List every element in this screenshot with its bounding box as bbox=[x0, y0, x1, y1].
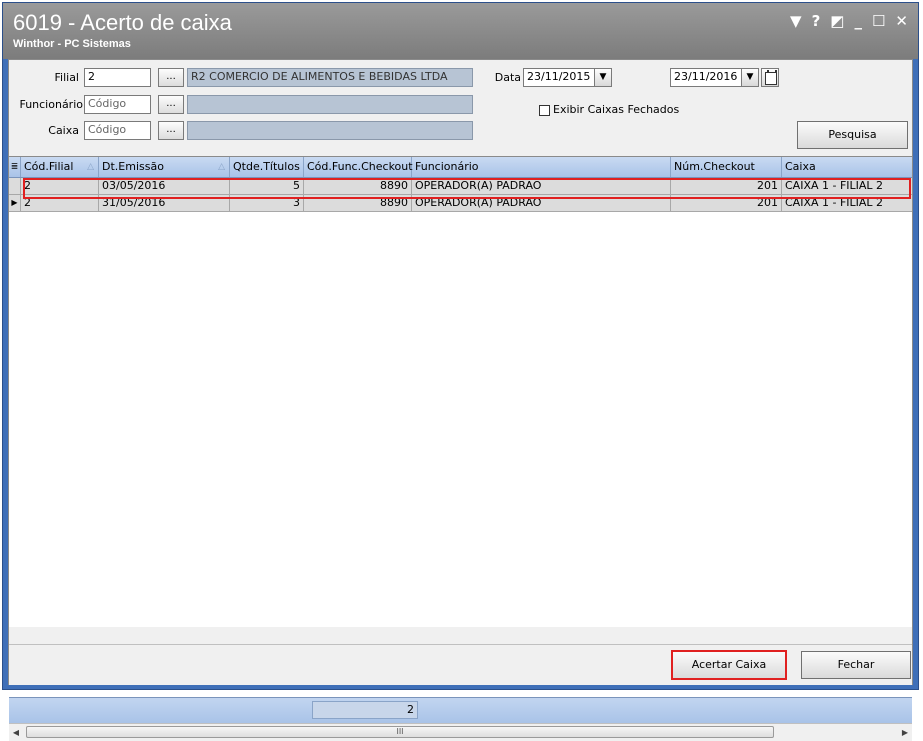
row-indicator bbox=[9, 178, 21, 194]
acertar-caixa-button[interactable]: Acertar Caixa bbox=[672, 651, 786, 679]
data-inicio-dropdown-button[interactable]: ▼ bbox=[594, 68, 612, 87]
cell-num-checkout[interactable]: 201 bbox=[671, 178, 782, 194]
horizontal-scrollbar[interactable]: ◀ III ▶ bbox=[9, 723, 912, 741]
column-funcionario[interactable]: Funcionário bbox=[412, 157, 671, 177]
column-cod-func-checkout[interactable]: Cód.Func.Checkout bbox=[304, 157, 413, 177]
data-fim-input[interactable]: 23/11/2016 bbox=[670, 68, 742, 87]
table-row[interactable]: ▶ 2 31/05/2016 3 8890 OPERADOR(A) PADRAO… bbox=[9, 195, 912, 212]
filial-input[interactable]: 2 bbox=[84, 68, 151, 87]
column-label: Cód.Filial bbox=[24, 160, 74, 173]
cell-dt-emissao[interactable]: 03/05/2016 bbox=[99, 178, 230, 194]
results-grid: ≣ Cód.Filial △ Dt.Emissão △ Qtde.Títulos C… bbox=[9, 156, 912, 741]
caixa-label: Caixa bbox=[48, 124, 79, 137]
column-cod-filial[interactable]: Cód.Filial △ bbox=[21, 157, 99, 177]
cell-cod-filial[interactable]: 2 bbox=[21, 195, 99, 211]
help-icon[interactable]: ? bbox=[812, 12, 821, 30]
sort-icon: △ bbox=[218, 162, 225, 172]
cell-qtde-titulos[interactable]: 5 bbox=[230, 178, 304, 194]
close-icon[interactable]: ✕ bbox=[895, 12, 908, 30]
funcionario-label: Funcionário bbox=[19, 98, 83, 111]
caixa-input[interactable]: Código bbox=[84, 121, 151, 140]
menu-down-icon[interactable]: ▼ bbox=[790, 12, 802, 30]
cell-cod-func-checkout[interactable]: 8890 bbox=[304, 178, 412, 194]
exibir-fechados-checkbox[interactable] bbox=[539, 105, 550, 116]
cell-funcionario[interactable]: OPERADOR(A) PADRAO bbox=[412, 178, 671, 194]
grid-header: ≣ Cód.Filial △ Dt.Emissão △ Qtde.Títulos C… bbox=[9, 157, 912, 178]
minimize-icon[interactable]: _ bbox=[854, 12, 862, 30]
client-area: Filial 2 ... R2 COMERCIO DE ALIMENTOS E … bbox=[8, 59, 913, 741]
window-controls: ▼ ? ◩ _ ☐ ✕ bbox=[790, 12, 908, 30]
column-qtde-titulos[interactable]: Qtde.Títulos bbox=[230, 157, 304, 177]
restore-layout-icon[interactable]: ◩ bbox=[830, 12, 844, 30]
scroll-right-icon[interactable]: ▶ bbox=[898, 724, 912, 741]
cell-cod-filial[interactable]: 2 bbox=[21, 178, 99, 194]
cell-caixa[interactable]: CAIXA 1 - FILIAL 2 bbox=[782, 195, 912, 211]
cell-qtde-titulos[interactable]: 3 bbox=[230, 195, 304, 211]
cell-cod-func-checkout[interactable]: 8890 bbox=[304, 195, 412, 211]
funcionario-input[interactable]: Código bbox=[84, 95, 151, 114]
funcionario-lookup-button[interactable]: ... bbox=[158, 95, 184, 114]
current-row-arrow-icon: ▶ bbox=[9, 195, 21, 211]
calendar-icon[interactable] bbox=[761, 68, 779, 87]
cell-funcionario[interactable]: OPERADOR(A) PADRAO bbox=[412, 195, 671, 211]
footer-total-qtde-titulos: 2 bbox=[312, 701, 418, 719]
data-label: Data bbox=[494, 71, 521, 84]
fechar-button[interactable]: Fechar bbox=[801, 651, 911, 679]
grid-footer: 2 bbox=[9, 697, 912, 723]
app-window: 6019 - Acerto de caixa Winthor - PC Sist… bbox=[2, 2, 919, 741]
cell-dt-emissao[interactable]: 31/05/2016 bbox=[99, 195, 230, 211]
title-bar[interactable]: 6019 - Acerto de caixa Winthor - PC Sist… bbox=[3, 3, 918, 59]
filial-label: Filial bbox=[54, 71, 80, 84]
caixa-name-field bbox=[187, 121, 473, 140]
column-caixa[interactable]: Caixa bbox=[782, 157, 912, 177]
data-inicio-input[interactable]: 23/11/2015 bbox=[523, 68, 595, 87]
column-num-checkout[interactable]: Núm.Checkout bbox=[671, 157, 782, 177]
column-dt-emissao[interactable]: Dt.Emissão △ bbox=[99, 157, 230, 177]
funcionario-name-field bbox=[187, 95, 473, 114]
bottom-action-bar: Acertar Caixa Fechar bbox=[9, 644, 912, 685]
data-fim-dropdown-button[interactable]: ▼ bbox=[741, 68, 759, 87]
scroll-left-icon[interactable]: ◀ bbox=[9, 724, 23, 741]
filial-name-field: R2 COMERCIO DE ALIMENTOS E BEBIDAS LTDA bbox=[187, 68, 473, 87]
maximize-icon[interactable]: ☐ bbox=[872, 12, 885, 30]
table-row[interactable]: 2 03/05/2016 5 8890 OPERADOR(A) PADRAO 2… bbox=[9, 178, 912, 195]
cell-num-checkout[interactable]: 201 bbox=[671, 195, 782, 211]
column-label: Dt.Emissão bbox=[102, 160, 164, 173]
scroll-thumb[interactable]: III bbox=[26, 726, 774, 738]
window-subtitle: Winthor - PC Sistemas bbox=[13, 38, 131, 50]
pesquisa-button[interactable]: Pesquisa bbox=[797, 121, 908, 149]
window-title: 6019 - Acerto de caixa bbox=[13, 10, 232, 35]
column-chooser-icon[interactable]: ≣ bbox=[9, 157, 21, 177]
filial-lookup-button[interactable]: ... bbox=[158, 68, 184, 87]
caixa-lookup-button[interactable]: ... bbox=[158, 121, 184, 140]
sort-icon: △ bbox=[87, 162, 94, 172]
exibir-fechados-label: Exibir Caixas Fechados bbox=[553, 103, 680, 116]
cell-caixa[interactable]: CAIXA 1 - FILIAL 2 bbox=[782, 178, 912, 194]
